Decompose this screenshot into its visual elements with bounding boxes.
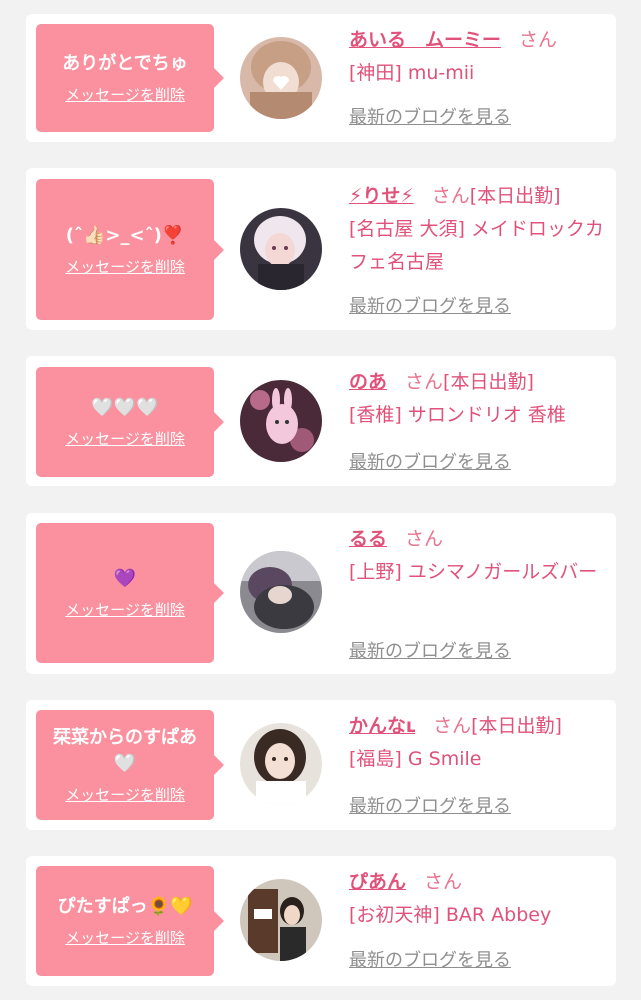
avatar-photo bbox=[240, 723, 322, 805]
honorific: さん bbox=[519, 29, 558, 51]
avatar[interactable] bbox=[240, 723, 322, 805]
message-card: ありがとでちゅ メッセージを削除 あいる ムーミー さん [神田] mu-mii … bbox=[26, 14, 616, 142]
message-card: 🤍🤍🤍 メッセージを削除 のあ さん[本日出勤] [香椎] サロンドリオ 香椎 最… bbox=[26, 356, 616, 486]
delete-message-link[interactable]: メッセージを削除 bbox=[65, 785, 185, 805]
latest-blog-link[interactable]: 最新のブログを見る bbox=[349, 944, 511, 977]
cast-name-link[interactable]: のあ bbox=[349, 371, 387, 393]
message-bubble: ぴたすぱっ🌻💛 メッセージを削除 bbox=[36, 866, 224, 976]
honorific: さん bbox=[433, 715, 472, 737]
honorific: さん bbox=[405, 371, 444, 393]
honorific: さん bbox=[431, 185, 470, 207]
shop-name: [上野] ユシマノガールズバー bbox=[349, 561, 598, 583]
work-status: [本日出勤] bbox=[469, 185, 561, 207]
message-card: 栞菜からのすぱあ🤍 メッセージを削除 かんなւ さん[本日出勤] [福島] G S… bbox=[26, 700, 616, 830]
cast-name-link[interactable]: あいる ムーミー bbox=[349, 29, 501, 51]
shop-name: [神田] mu-mii bbox=[349, 62, 475, 84]
latest-blog-link[interactable]: 最新のブログを見る bbox=[349, 446, 511, 479]
message-text: 栞菜からのすぱあ🤍 bbox=[53, 727, 197, 774]
message-card: ぴたすぱっ🌻💛 メッセージを削除 ぴあん さん [お初天神] BAR Abbey … bbox=[26, 856, 616, 986]
delete-message-link[interactable]: メッセージを削除 bbox=[65, 429, 185, 449]
cast-name-link[interactable]: るる bbox=[349, 528, 387, 550]
shop-name: [お初天神] BAR Abbey bbox=[349, 904, 552, 926]
message-bubble: 🤍🤍🤍 メッセージを削除 bbox=[36, 367, 224, 477]
message-bubble: 栞菜からのすぱあ🤍 メッセージを削除 bbox=[36, 710, 224, 820]
shop-name: [福島] G Smile bbox=[349, 748, 482, 770]
latest-blog-link[interactable]: 最新のブログを見る bbox=[349, 790, 511, 823]
cast-name-link[interactable]: ⚡りせ⚡ bbox=[349, 185, 414, 207]
message-text: 💜 bbox=[113, 568, 137, 589]
message-text: ぴたすぱっ🌻💛 bbox=[57, 896, 193, 917]
message-bubble: 💜 メッセージを削除 bbox=[36, 523, 224, 663]
message-text: ありがとでちゅ bbox=[62, 53, 188, 74]
avatar-photo bbox=[240, 380, 322, 462]
latest-blog-link[interactable]: 最新のブログを見る bbox=[349, 290, 511, 323]
card-info: かんなւ さん[本日出勤] [福島] G Smile 最新のブログを見る bbox=[349, 710, 611, 822]
avatar-photo bbox=[240, 551, 322, 633]
honorific: さん bbox=[405, 528, 444, 550]
avatar-photo bbox=[240, 879, 322, 961]
card-info: のあ さん[本日出勤] [香椎] サロンドリオ 香椎 最新のブログを見る bbox=[349, 366, 611, 478]
message-bubble: ありがとでちゅ メッセージを削除 bbox=[36, 24, 224, 132]
avatar[interactable] bbox=[240, 879, 322, 961]
delete-message-link[interactable]: メッセージを削除 bbox=[65, 600, 185, 620]
shop-name: [香椎] サロンドリオ 香椎 bbox=[349, 404, 566, 426]
card-info: ぴあん さん [お初天神] BAR Abbey 最新のブログを見る bbox=[349, 866, 611, 978]
avatar[interactable] bbox=[240, 37, 322, 119]
message-card: 💜 メッセージを削除 るる さん [上野] ユシマノガールズバー 最新のブログを見… bbox=[26, 513, 616, 674]
avatar-photo bbox=[240, 208, 322, 290]
work-status: [本日出勤] bbox=[443, 371, 534, 393]
delete-message-link[interactable]: メッセージを削除 bbox=[65, 928, 185, 948]
avatar[interactable] bbox=[240, 380, 322, 462]
honorific: さん bbox=[424, 871, 463, 893]
message-text: 🤍🤍🤍 bbox=[91, 397, 159, 418]
message-text: (ˆ👍🏻>_<ˆ)❣️ bbox=[65, 224, 185, 246]
card-info: あいる ムーミー さん [神田] mu-mii 最新のブログを見る bbox=[349, 24, 611, 134]
avatar[interactable] bbox=[240, 208, 322, 290]
message-list: ありがとでちゅ メッセージを削除 あいる ムーミー さん [神田] mu-mii … bbox=[0, 0, 641, 1000]
work-status: [本日出勤] bbox=[471, 715, 562, 737]
message-bubble: (ˆ👍🏻>_<ˆ)❣️ メッセージを削除 bbox=[36, 179, 224, 320]
cast-name-link[interactable]: かんなւ bbox=[349, 715, 415, 737]
shop-name: [名古屋 大須] メイドロックカフェ名古屋 bbox=[349, 218, 604, 273]
message-card: (ˆ👍🏻>_<ˆ)❣️ メッセージを削除 ⚡りせ⚡ さん[本日出勤] [名古屋 大… bbox=[26, 168, 616, 330]
avatar[interactable] bbox=[240, 551, 322, 633]
delete-message-link[interactable]: メッセージを削除 bbox=[65, 85, 185, 105]
avatar-photo bbox=[240, 37, 322, 119]
card-info: ⚡りせ⚡ さん[本日出勤] [名古屋 大須] メイドロックカフェ名古屋 最新のブロ… bbox=[349, 180, 611, 325]
card-info: るる さん [上野] ユシマノガールズバー 最新のブログを見る bbox=[349, 523, 611, 668]
latest-blog-link[interactable]: 最新のブログを見る bbox=[349, 635, 511, 668]
latest-blog-link[interactable]: 最新のブログを見る bbox=[349, 101, 511, 134]
delete-message-link[interactable]: メッセージを削除 bbox=[65, 257, 185, 277]
cast-name-link[interactable]: ぴあん bbox=[349, 871, 406, 893]
